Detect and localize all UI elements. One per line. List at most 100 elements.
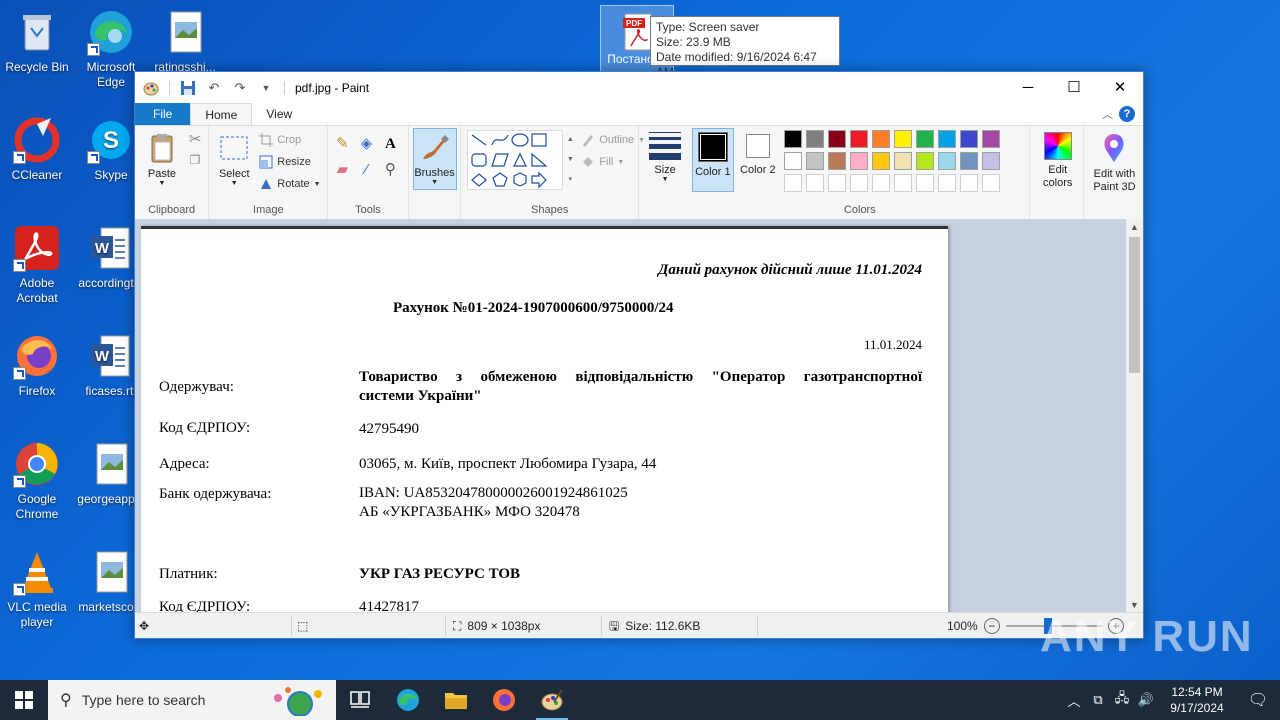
tab-view[interactable]: View	[252, 103, 306, 125]
cut-icon[interactable]: ✂	[185, 130, 205, 150]
redo-icon[interactable]: ↷	[232, 80, 248, 96]
vertical-scrollbar[interactable]: ▲ ▼	[1126, 219, 1143, 613]
palette-color-swatch[interactable]	[849, 152, 868, 170]
palette-color-swatch[interactable]	[915, 152, 934, 170]
custom-color-slot[interactable]	[849, 174, 868, 192]
desktop-icon-ratings-file[interactable]: ratingsshi...	[148, 8, 222, 75]
resize-button[interactable]: Resize	[259, 152, 311, 172]
title-bar[interactable]: ↶ ↷ ▼ pdf.jpg - Paint ─ ☐ ✕	[135, 72, 1143, 103]
customize-quick-access-icon[interactable]: ▼	[258, 80, 274, 96]
pencil-icon[interactable]: ✎	[332, 134, 352, 154]
undo-icon[interactable]: ↶	[206, 80, 222, 96]
palette-color-swatch[interactable]	[937, 130, 956, 148]
palette-color-swatch[interactable]	[827, 130, 846, 148]
palette-color-swatch[interactable]	[893, 130, 912, 148]
desktop-icon-ccleaner[interactable]: CCleaner	[0, 116, 74, 183]
palette-color-swatch[interactable]	[937, 152, 956, 170]
copy-icon[interactable]: ❐	[185, 150, 205, 170]
color1-button[interactable]: Color 1	[691, 128, 734, 192]
paste-button[interactable]: Paste ▼	[141, 132, 183, 187]
taskbar-search[interactable]: ⚲ Type here to search	[48, 680, 336, 720]
palette-color-swatch[interactable]	[959, 152, 978, 170]
crop-button[interactable]: Crop	[259, 130, 301, 150]
edit-colors-group: Edit colors	[1030, 126, 1085, 219]
maximize-button[interactable]: ☐	[1051, 72, 1097, 103]
scrollbar-thumb[interactable]	[1129, 237, 1140, 373]
desktop-icon-chrome[interactable]: Google Chrome	[0, 440, 74, 522]
custom-color-slot[interactable]	[893, 174, 912, 192]
ribbon-tabs: File Home View ︿ ?	[135, 103, 1143, 125]
shapes-scroll[interactable]: ▲ ▼ ▾	[565, 130, 575, 190]
palette-color-swatch[interactable]	[871, 130, 890, 148]
chrome-icon	[13, 440, 61, 488]
doc-payer-edrpou-value: 41427817	[359, 599, 419, 613]
desktop-icon-firefox[interactable]: Firefox	[0, 332, 74, 399]
tab-file[interactable]: File	[135, 103, 191, 125]
taskbar-paint[interactable]	[528, 680, 576, 720]
paint-app-icon[interactable]	[143, 80, 159, 96]
palette-color-swatch[interactable]	[783, 130, 802, 148]
desktop-icon-vlc[interactable]: VLC media player	[0, 548, 74, 630]
custom-color-slot[interactable]	[805, 174, 824, 192]
palette-color-swatch[interactable]	[915, 130, 934, 148]
color2-button[interactable]: Color 2	[738, 128, 778, 192]
shapes-group: ▲ ▼ ▾ Outline ▼ Fill ▼ Shapes	[461, 126, 645, 219]
palette-color-swatch[interactable]	[871, 152, 890, 170]
tab-home[interactable]: Home	[190, 103, 253, 125]
rotate-button[interactable]: Rotate ▼	[259, 174, 321, 194]
desktop-icon-recycle-bin[interactable]: Recycle Bin	[0, 8, 74, 75]
fill-button[interactable]: Fill ▼	[581, 152, 624, 172]
canvas-area[interactable]: Даний рахунок дійсний лише 11.01.2024 Ра…	[135, 219, 1143, 613]
volume-icon[interactable]: 🔊	[1134, 692, 1158, 708]
zoom-out-icon[interactable]: −	[983, 618, 1000, 634]
palette-color-swatch[interactable]	[893, 152, 912, 170]
notifications-icon[interactable]: 🗨	[1236, 690, 1280, 710]
network-icon[interactable]: 🖧	[1110, 689, 1134, 711]
close-button[interactable]: ✕	[1097, 72, 1143, 103]
custom-color-slot[interactable]	[827, 174, 846, 192]
outline-button[interactable]: Outline ▼	[581, 130, 645, 150]
palette-color-swatch[interactable]	[805, 152, 824, 170]
magnifier-icon[interactable]: ⚲	[380, 160, 400, 180]
eraser-icon[interactable]: ▰	[332, 160, 352, 180]
chevron-up-icon[interactable]: ︿	[1062, 691, 1086, 710]
taskbar-edge[interactable]	[384, 680, 432, 720]
task-view-button[interactable]	[336, 680, 384, 720]
save-icon[interactable]	[180, 80, 196, 96]
clock[interactable]: 12:54 PM 9/17/2024	[1158, 684, 1236, 716]
edit-with-paint3d-button[interactable]: Edit with Paint 3D	[1086, 132, 1142, 194]
fill-bucket-icon[interactable]: ◈	[356, 134, 376, 154]
custom-color-slot[interactable]	[783, 174, 802, 192]
text-icon[interactable]: A	[380, 134, 400, 154]
custom-color-slot[interactable]	[937, 174, 956, 192]
acrobat-icon	[13, 224, 61, 272]
network-drive-icon[interactable]: ⧉	[1086, 692, 1110, 708]
minimize-button[interactable]: ─	[1005, 72, 1051, 103]
color-picker-icon[interactable]: ⁄	[356, 160, 376, 180]
palette-color-swatch[interactable]	[805, 130, 824, 148]
palette-color-swatch[interactable]	[783, 152, 802, 170]
custom-color-slot[interactable]	[915, 174, 934, 192]
start-button[interactable]	[0, 680, 48, 720]
brushes-button[interactable]: Brushes ▼	[412, 128, 457, 190]
scroll-down-icon[interactable]: ▼	[1126, 597, 1143, 613]
palette-color-swatch[interactable]	[981, 152, 1000, 170]
taskbar-file-explorer[interactable]	[432, 680, 480, 720]
taskbar-firefox[interactable]	[480, 680, 528, 720]
desktop-icon-acrobat[interactable]: Adobe Acrobat	[0, 224, 74, 306]
help-icon[interactable]: ?	[1119, 106, 1135, 122]
shapes-gallery[interactable]	[467, 130, 564, 190]
palette-color-swatch[interactable]	[827, 152, 846, 170]
custom-color-slot[interactable]	[959, 174, 978, 192]
size-button[interactable]: Size ▼	[645, 128, 685, 183]
custom-color-slot[interactable]	[981, 174, 1000, 192]
edit-colors-button[interactable]: Edit colors	[1034, 132, 1082, 190]
image-canvas[interactable]: Даний рахунок дійсний лише 11.01.2024 Ра…	[141, 226, 948, 613]
scroll-up-icon[interactable]: ▲	[1126, 219, 1143, 235]
palette-color-swatch[interactable]	[849, 130, 868, 148]
custom-color-slot[interactable]	[871, 174, 890, 192]
collapse-ribbon-icon[interactable]: ︿	[1102, 106, 1113, 122]
palette-color-swatch[interactable]	[981, 130, 1000, 148]
select-button[interactable]: Select ▼	[215, 132, 253, 187]
palette-color-swatch[interactable]	[959, 130, 978, 148]
